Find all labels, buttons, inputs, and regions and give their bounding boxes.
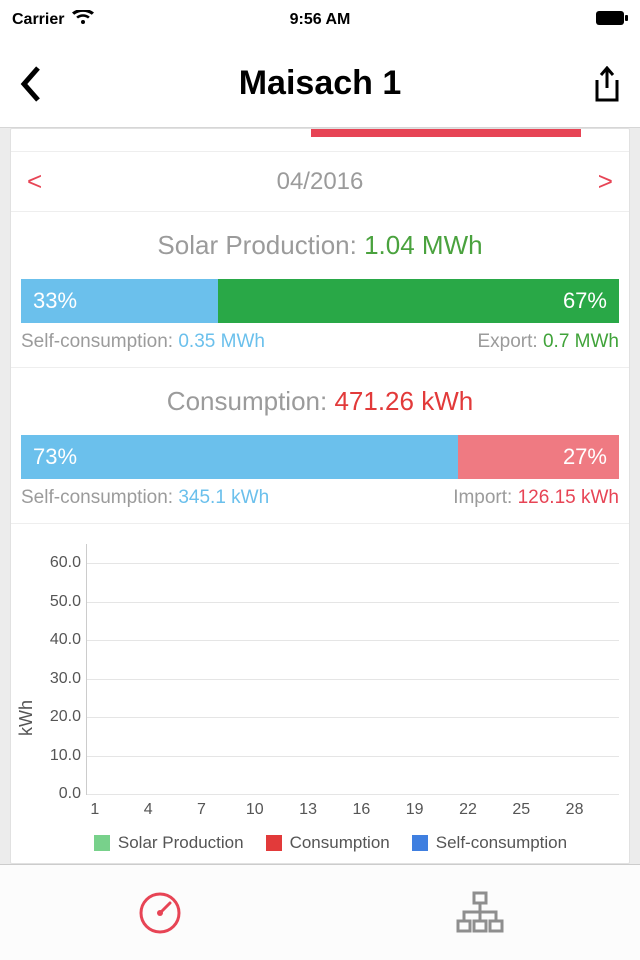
status-left: Carrier [12,10,217,31]
solar-production-value: 1.04 MWh [364,230,483,260]
status-right [423,11,628,30]
chart-x-axis: 14710131619222528 [86,794,619,823]
date-label: 04/2016 [277,168,364,196]
tab-sitemap[interactable] [320,865,640,960]
consumption-value: 471.26 kWh [334,386,473,416]
production-self-value: 0.35 MWh [178,331,265,352]
consumption-import-segment: 27% [458,435,619,479]
legend-consumption: Consumption [266,833,390,853]
status-bar: Carrier 9:56 AM [0,0,640,40]
tab-indicator [311,129,581,137]
date-next-button[interactable]: > [598,166,613,197]
production-self-segment: 33% [21,279,218,323]
carrier-label: Carrier [12,11,64,29]
tab-bar [0,864,640,960]
consumption-section: Consumption: 471.26 kWh 73% 27% Self-con… [11,367,629,523]
main-card: < 04/2016 > Solar Production: 1.04 MWh 3… [10,128,630,864]
chevron-left-icon [18,64,42,104]
nav-bar: Maisach 1 [0,40,640,128]
sitemap-icon [455,891,505,935]
page-title: Maisach 1 [70,64,570,103]
chart-legend: Solar Production Consumption Self-consum… [42,833,619,853]
consumption-self-value: 345.1 kWh [178,487,269,508]
consumption-bar: 73% 27% [21,435,619,479]
solar-production-section: Solar Production: 1.04 MWh 33% 67% Self-… [11,211,629,367]
date-navigator: < 04/2016 > [11,151,629,211]
status-time: 9:56 AM [217,11,422,29]
production-sub-labels: Self-consumption: 0.35 MWh Export: 0.7 M… [21,331,619,353]
legend-solar: Solar Production [94,833,244,853]
consumption-title: Consumption: 471.26 kWh [21,386,619,417]
share-button[interactable] [570,66,622,102]
tab-dashboard[interactable] [0,865,320,960]
tab-strip [11,129,629,151]
share-icon [592,66,622,102]
production-export-value: 0.7 MWh [543,331,619,352]
solar-production-title: Solar Production: 1.04 MWh [21,230,619,261]
back-button[interactable] [18,64,70,104]
gauge-icon [137,890,183,936]
battery-icon [596,11,628,30]
chart-y-label: kWh [16,544,42,853]
production-bar: 33% 67% [21,279,619,323]
date-prev-button[interactable]: < [27,166,42,197]
legend-self: Self-consumption [412,833,567,853]
wifi-icon [72,10,94,31]
consumption-import-value: 126.15 kWh [518,487,619,508]
production-export-segment: 67% [218,279,619,323]
consumption-sub-labels: Self-consumption: 345.1 kWh Import: 126.… [21,487,619,509]
consumption-self-segment: 73% [21,435,458,479]
chart-section: kWh 0.010.020.030.040.050.060.0 14710131… [11,523,629,863]
chart-plot: 0.010.020.030.040.050.060.0 [86,544,619,794]
